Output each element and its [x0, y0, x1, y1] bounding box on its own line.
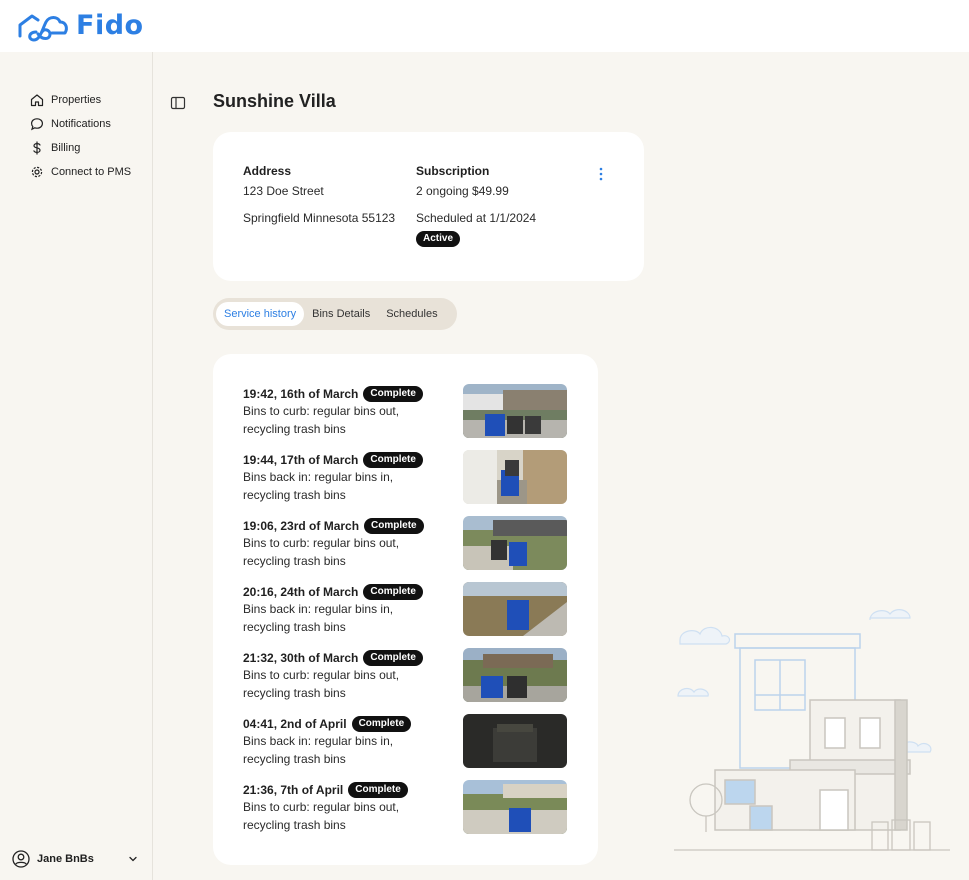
list-item[interactable]: 21:32, 30th of March Complete Bins to cur…: [243, 648, 573, 706]
service-photo[interactable]: [463, 582, 567, 636]
property-summary-card: Address 123 Doe Street Springfield Minne…: [213, 132, 644, 281]
address-line2: Springfield Minnesota 55123: [243, 211, 396, 225]
entry-description: Bins back in: regular bins in, recycling…: [243, 602, 394, 634]
service-photo[interactable]: [463, 714, 567, 768]
entry-description: Bins to curb: regular bins out, recyclin…: [243, 668, 400, 700]
entry-time: 19:44, 17th of March: [243, 453, 359, 467]
entry-time: 04:41, 2nd of April: [243, 717, 347, 731]
sidebar: Properties Notifications Billing Connect…: [0, 52, 153, 880]
entry-description: Bins back in: regular bins in, recycling…: [243, 734, 394, 766]
status-badge: Complete: [363, 386, 423, 402]
page-title: Sunshine Villa: [213, 91, 336, 111]
sidebar-item-label: Connect to PMS: [51, 166, 132, 178]
top-bar: Fido: [0, 0, 969, 52]
list-item[interactable]: 19:42, 16th of March Complete Bins to cur…: [243, 384, 573, 442]
sidebar-item-connect-pms[interactable]: Connect to PMS: [29, 160, 131, 184]
dollar-icon: [29, 140, 45, 156]
tab-bar: Service history Bins Details Schedules: [213, 298, 457, 330]
sidebar-item-properties[interactable]: Properties: [29, 88, 131, 112]
address-label: Address: [243, 164, 292, 178]
entry-description: Bins to curb: regular bins out, recyclin…: [243, 404, 400, 436]
sidebar-toggle-icon[interactable]: [170, 95, 186, 111]
list-item[interactable]: 04:41, 2nd of April Complete Bins back in…: [243, 714, 573, 772]
sidebar-item-billing[interactable]: Billing: [29, 136, 131, 160]
subscription-line2: Scheduled at 1/1/2024: [416, 211, 537, 225]
sidebar-nav: Properties Notifications Billing Connect…: [29, 88, 131, 184]
chat-bubble-icon: [29, 116, 45, 132]
subscription-section: Subscription 2 ongoing $49.99 Scheduled …: [416, 164, 536, 247]
status-badge: Complete: [348, 782, 408, 798]
home-icon: [29, 92, 45, 108]
status-badge: Complete: [363, 584, 423, 600]
gear-icon: [29, 164, 45, 180]
user-avatar-icon: [12, 850, 30, 868]
subscription-label: Subscription: [416, 164, 490, 178]
status-badge: Complete: [364, 518, 424, 534]
list-item[interactable]: 21:36, 7th of April Complete Bins to curb…: [243, 780, 573, 838]
service-photo[interactable]: [463, 516, 567, 570]
house-illustration: [674, 609, 950, 851]
service-photo[interactable]: [463, 384, 567, 438]
sidebar-item-notifications[interactable]: Notifications: [29, 112, 131, 136]
status-badge: Complete: [363, 650, 423, 666]
address-line1: 123 Doe Street: [243, 184, 324, 198]
sidebar-item-label: Notifications: [51, 118, 111, 130]
app-name: Fido: [76, 9, 144, 41]
sidebar-item-label: Billing: [51, 142, 81, 154]
subscription-line1: 2 ongoing $49.99: [416, 184, 509, 198]
list-item[interactable]: 19:44, 17th of March Complete Bins back i…: [243, 450, 573, 508]
entry-time: 21:36, 7th of April: [243, 783, 344, 797]
tab-service-history[interactable]: Service history: [216, 302, 305, 326]
user-menu[interactable]: Jane BnBs: [12, 850, 138, 868]
entry-time: 19:42, 16th of March: [243, 387, 359, 401]
entry-time: 21:32, 30th of March: [243, 651, 359, 665]
chevron-down-icon: [129, 856, 137, 862]
list-item[interactable]: 19:06, 23rd of March Complete Bins to cur…: [243, 516, 573, 574]
cloud-logo-icon: [18, 14, 68, 42]
service-photo[interactable]: [463, 450, 567, 504]
service-photo[interactable]: [463, 648, 567, 702]
entry-description: Bins to curb: regular bins out, recyclin…: [243, 800, 400, 832]
entry-description: Bins back in: regular bins in, recycling…: [243, 470, 394, 502]
status-badge: Complete: [351, 716, 412, 732]
sidebar-item-label: Properties: [51, 94, 102, 106]
address-section: Address 123 Doe Street Springfield Minne…: [243, 164, 395, 226]
entry-time: 19:06, 23rd of March: [243, 519, 360, 533]
entry-time: 20:16, 24th of March: [243, 585, 359, 599]
more-options-icon[interactable]: [598, 167, 604, 181]
service-photo[interactable]: [463, 780, 567, 834]
tab-bins-details[interactable]: Bins Details: [304, 302, 378, 326]
user-name: Jane BnBs: [37, 853, 94, 865]
entry-description: Bins to curb: regular bins out, recyclin…: [243, 536, 400, 568]
status-badge: Complete: [363, 452, 423, 468]
status-badge: Active: [416, 231, 461, 247]
list-item[interactable]: 20:16, 24th of March Complete Bins back i…: [243, 582, 573, 640]
tab-schedules[interactable]: Schedules: [378, 302, 445, 326]
logo[interactable]: Fido: [14, 8, 144, 42]
service-history-card: 19:42, 16th of March Complete Bins to cur…: [213, 354, 598, 865]
